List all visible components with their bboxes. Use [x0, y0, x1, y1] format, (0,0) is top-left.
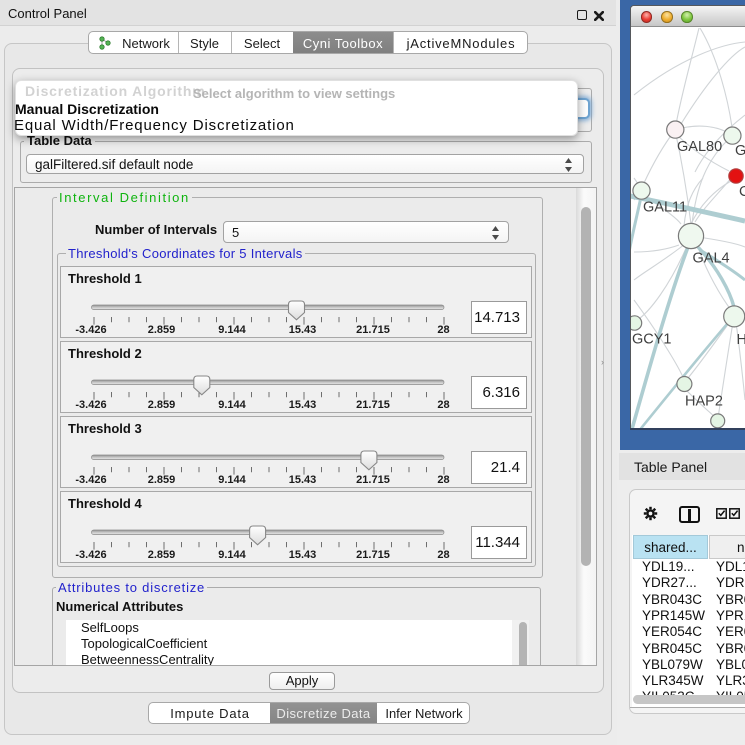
- svg-text:15.43: 15.43: [289, 549, 317, 561]
- svg-text:-3.426: -3.426: [75, 399, 106, 411]
- svg-text:HAP2: HAP2: [685, 394, 723, 410]
- svg-text:-3.426: -3.426: [75, 474, 106, 486]
- svg-text:2.859: 2.859: [148, 324, 176, 336]
- svg-text:GAL80: GAL80: [677, 139, 722, 155]
- svg-text:2.859: 2.859: [148, 474, 176, 486]
- svg-text:H: H: [737, 332, 745, 348]
- svg-text:9.144: 9.144: [218, 549, 246, 561]
- svg-text:9.144: 9.144: [218, 474, 246, 486]
- svg-text:21.715: 21.715: [356, 474, 390, 486]
- svg-text:GCY1: GCY1: [632, 331, 672, 347]
- svg-text:-3.426: -3.426: [75, 549, 106, 561]
- svg-text:9.144: 9.144: [218, 324, 246, 336]
- svg-text:GAL4: GAL4: [693, 251, 730, 267]
- svg-text:28: 28: [437, 324, 449, 336]
- svg-text:2.859: 2.859: [148, 549, 176, 561]
- svg-text:15.43: 15.43: [289, 324, 317, 336]
- svg-text:21.715: 21.715: [356, 324, 390, 336]
- svg-text:-3.426: -3.426: [75, 324, 106, 336]
- svg-text:21.715: 21.715: [356, 549, 390, 561]
- svg-text:21.715: 21.715: [356, 399, 390, 411]
- svg-text:C: C: [739, 184, 745, 200]
- svg-text:15.43: 15.43: [289, 474, 317, 486]
- svg-text:15.43: 15.43: [289, 399, 317, 411]
- svg-text:GAL11: GAL11: [643, 200, 687, 216]
- svg-text:GA: GA: [735, 143, 745, 159]
- svg-text:9.144: 9.144: [218, 399, 246, 411]
- svg-text:2.859: 2.859: [148, 399, 176, 411]
- svg-text:28: 28: [437, 399, 449, 411]
- svg-text:28: 28: [437, 549, 449, 561]
- svg-text:28: 28: [437, 474, 449, 486]
